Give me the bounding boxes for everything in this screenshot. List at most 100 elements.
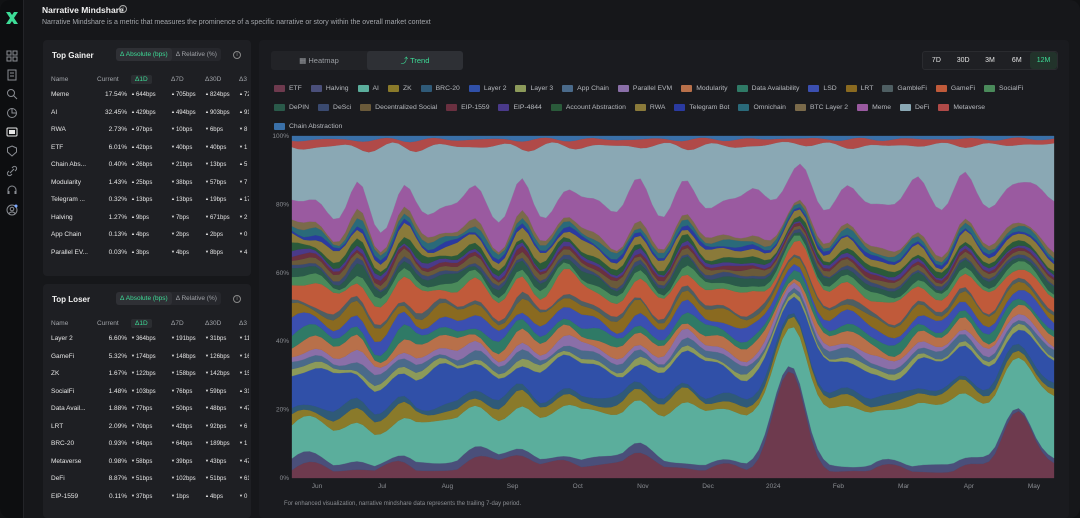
user-icon[interactable] [6, 204, 18, 216]
loser-table: Name Current Δ1D Δ7D Δ30D Δ3 Layer 2 6.60… [49, 316, 249, 505]
x-tick-label: Aug [442, 483, 454, 490]
cell-d1: 429bps [129, 104, 169, 122]
toggle-relative[interactable]: Δ Relative (%) [172, 292, 221, 305]
tab-label: Trend [410, 56, 430, 65]
column-header[interactable]: Δ30D [203, 72, 237, 86]
legend-item[interactable]: EIP-1559 [446, 102, 489, 112]
cell-d7: 76bps [169, 383, 203, 401]
cell-d1: 9bps [129, 209, 169, 227]
toggle-absolute[interactable]: Δ Absolute (bps) [116, 48, 172, 61]
legend-item[interactable]: Decentralized Social [360, 102, 437, 112]
legend-item[interactable]: Layer 2 [468, 83, 506, 93]
table-row[interactable]: RWA 2.73%97bps10bps6bps8 [49, 121, 249, 139]
table-row[interactable]: EIP-1559 0.11%37bps1bps4bps0 [49, 488, 249, 506]
shield-icon[interactable] [6, 145, 18, 157]
table-row[interactable]: AI 32.45%429bps494bps903bps91 [49, 104, 249, 122]
legend-item[interactable]: DeFi [899, 102, 929, 112]
table-row[interactable]: GameFi 5.32%174bps148bps126bps16 [49, 348, 249, 366]
table-row[interactable]: App Chain0.13%4bps2bps2bps0 [49, 226, 249, 244]
legend-item[interactable]: ETF [274, 83, 302, 93]
table-row[interactable]: Halving 1.27%9bps7bps671bps2 [49, 209, 249, 227]
column-header[interactable]: Current [95, 316, 129, 330]
table-row[interactable]: Modularity 1.43%25bps38bps57bps7 [49, 174, 249, 192]
legend-item[interactable]: DePIN [274, 102, 309, 112]
legend-item[interactable]: ZK [387, 83, 412, 93]
toggle-relative[interactable]: Δ Relative (%) [172, 48, 221, 61]
table-row[interactable]: DeFi8.87%51bps102bps51bps61 [49, 470, 249, 488]
legend-label: EIP-4844 [513, 103, 542, 111]
cell-d3: 5 [237, 156, 249, 174]
column-header[interactable]: Δ1D [129, 316, 169, 330]
table-row[interactable]: LRT 2.09%70bps42bps92bps6 [49, 418, 249, 436]
info-icon[interactable]: i [233, 295, 241, 303]
table-row[interactable]: BRC-200.93%64bps64bps189bps1 [49, 435, 249, 453]
table-row[interactable]: Meme 17.54%644bps705bps824bps72 [49, 86, 249, 104]
legend-item[interactable]: LSD [808, 83, 837, 93]
legend-item[interactable]: Telegram Bot [674, 102, 729, 112]
table-row[interactable]: Telegram ...0.32%13bps13bps19bps17 [49, 191, 249, 209]
table-row[interactable]: ETF6.01%42bps40bps40bps1 [49, 139, 249, 157]
range-12m[interactable]: 12M [1030, 52, 1057, 69]
info-icon[interactable]: i [119, 5, 127, 13]
legend-item[interactable]: EIP-4844 [498, 102, 542, 112]
legend-item[interactable]: BTC Layer 2 [794, 102, 848, 112]
column-header[interactable]: Δ1D [129, 72, 169, 86]
table-row[interactable]: Parallel EV... 0.03%3bps4bps8bps4 [49, 244, 249, 262]
dashboard-icon[interactable] [6, 50, 18, 62]
column-header[interactable]: Δ7D [169, 72, 203, 86]
cell-current: 0.03% [108, 248, 127, 256]
link-icon[interactable] [6, 165, 18, 177]
legend-item[interactable]: DeSci [318, 102, 351, 112]
column-header[interactable]: Current [95, 72, 129, 86]
info-icon[interactable]: i [233, 51, 241, 59]
toggle-absolute[interactable]: Δ Absolute (bps) [116, 292, 172, 305]
legend-item[interactable]: Account Abstraction [550, 102, 626, 112]
range-3m[interactable]: 3M [977, 52, 1004, 69]
range-7d[interactable]: 7D [923, 52, 950, 69]
legend-item[interactable]: LRT [845, 83, 873, 93]
legend-item[interactable]: SocialFi [984, 83, 1023, 93]
logo-icon[interactable] [5, 11, 19, 25]
range-6m[interactable]: 6M [1003, 52, 1030, 69]
legend-item[interactable]: Metaverse [938, 102, 985, 112]
pie-chart-icon[interactable] [6, 107, 18, 119]
stacked-area-chart[interactable]: 0% 20% 40% 60% 80% 100% Jun Jul Aug Sep Oct Nov Dec 2… [259, 128, 1069, 498]
table-row[interactable]: Chain Abs... 0.40%26bps21bps13bps5 [49, 156, 249, 174]
legend-item[interactable]: Meme [857, 102, 891, 112]
document-icon[interactable] [6, 69, 18, 81]
legend-item[interactable]: App Chain [562, 83, 609, 93]
mindshare-icon[interactable] [6, 126, 18, 138]
search-icon[interactable] [6, 88, 18, 100]
column-header[interactable]: Δ7D [169, 316, 203, 330]
top-loser-panel: Top Loser Δ Absolute (bps) Δ Relative (%… [43, 284, 251, 518]
table-row[interactable]: ZK 1.67%122bps158bps142bps15 [49, 365, 249, 383]
legend-item[interactable]: GameFi [935, 83, 975, 93]
legend-item[interactable]: AI [357, 83, 379, 93]
column-header: Name [51, 319, 69, 327]
table-row[interactable]: Layer 2 6.60%364bps191bps31bps11 [49, 330, 249, 348]
headphones-icon[interactable] [6, 184, 18, 196]
cell-d3: 16 [237, 348, 249, 366]
legend-item[interactable]: Modularity [681, 83, 728, 93]
legend-item[interactable]: Parallel EVM [617, 83, 672, 93]
table-row[interactable]: Data Avail... 1.88%77bps50bps48bps47 [49, 400, 249, 418]
legend-item[interactable]: GambleFi [882, 83, 927, 93]
legend-item[interactable]: BRC-20 [420, 83, 460, 93]
tab-heatmap[interactable]: ▦ Heatmap [271, 51, 367, 70]
x-tick-label: Dec [702, 483, 714, 490]
table-row[interactable]: SocialFi 1.48%103bps76bps59bps31 [49, 383, 249, 401]
column-header[interactable]: Δ3 [237, 72, 249, 86]
tab-trend[interactable]: ⤴ Trend [367, 51, 463, 70]
table-row[interactable]: Metaverse 0.98%58bps39bps43bps47 [49, 453, 249, 471]
legend-item[interactable]: Data Availability [736, 83, 799, 93]
cell-name: Layer 2 [51, 335, 73, 343]
legend-item[interactable]: Layer 3 [515, 83, 553, 93]
legend-swatch [274, 103, 285, 111]
range-30d[interactable]: 30D [950, 52, 977, 69]
legend-item[interactable]: Halving [310, 83, 349, 93]
x-tick-label: May [1028, 483, 1041, 490]
legend-item[interactable]: RWA [634, 102, 665, 112]
legend-item[interactable]: Omnichain [738, 102, 786, 112]
column-header[interactable]: Δ30D [203, 316, 237, 330]
column-header[interactable]: Δ3 [237, 316, 249, 330]
